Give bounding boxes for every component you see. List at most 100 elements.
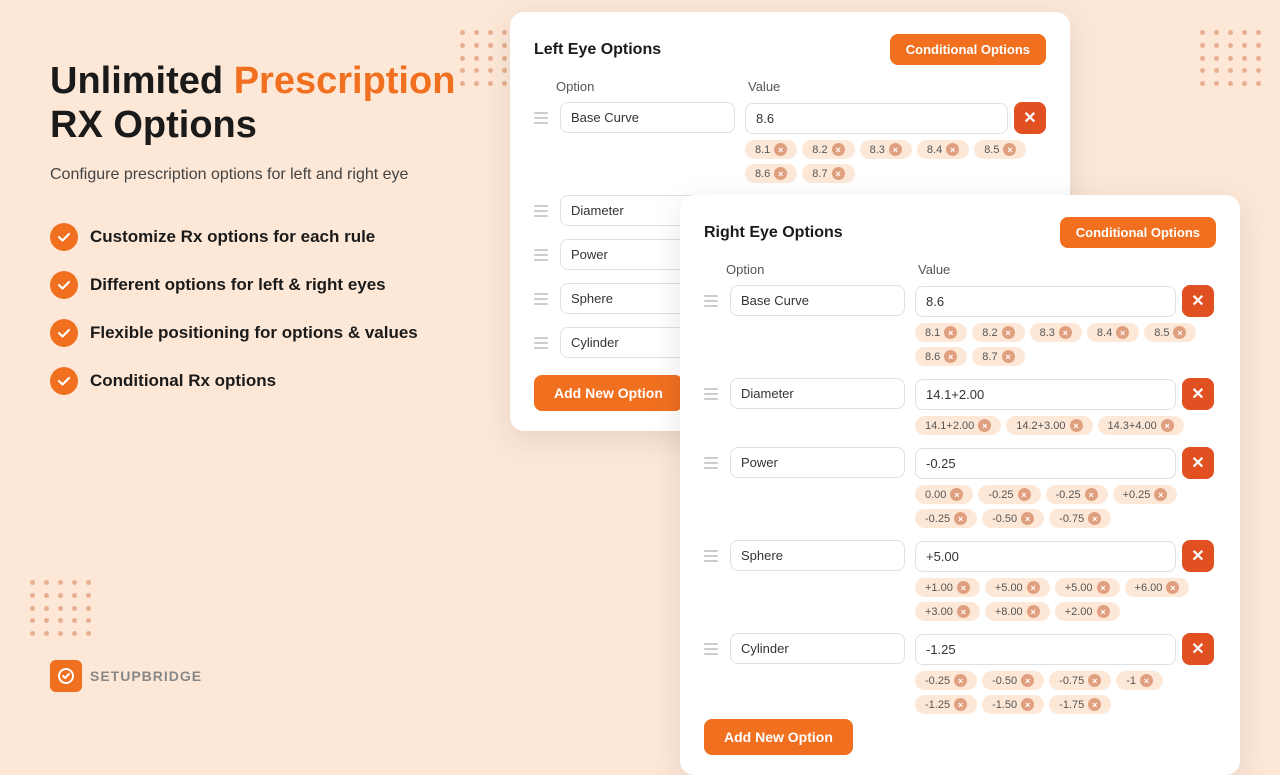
- tag-close[interactable]: ×: [774, 143, 787, 156]
- tag-close[interactable]: ×: [1003, 143, 1016, 156]
- tag: +0.25 ×: [1113, 485, 1178, 504]
- value-input[interactable]: [915, 541, 1176, 572]
- option-input[interactable]: [730, 447, 905, 478]
- tag: -0.75 ×: [1049, 509, 1111, 528]
- tag-label: 8.2: [982, 327, 997, 339]
- drag-handle[interactable]: [534, 337, 550, 349]
- tag-close[interactable]: ×: [1088, 512, 1101, 525]
- tag-close[interactable]: ×: [1021, 698, 1034, 711]
- tag-close[interactable]: ×: [1140, 674, 1153, 687]
- drag-handle[interactable]: [534, 293, 550, 305]
- tag-close[interactable]: ×: [832, 167, 845, 180]
- drag-handle[interactable]: [704, 295, 720, 307]
- option-input[interactable]: [730, 633, 905, 664]
- tag: -0.75 ×: [1049, 671, 1111, 690]
- value-input[interactable]: [915, 448, 1176, 479]
- option-input[interactable]: [730, 540, 905, 571]
- left-col-value-label: Value: [748, 79, 1046, 94]
- tag: 14.3+4.00 ×: [1098, 416, 1184, 435]
- tag-close[interactable]: ×: [1085, 488, 1098, 501]
- tag-close[interactable]: ×: [1088, 698, 1101, 711]
- tag-close[interactable]: ×: [954, 698, 967, 711]
- value-main-row: ✕: [915, 540, 1214, 572]
- tag-close[interactable]: ×: [1059, 326, 1072, 339]
- tag-close[interactable]: ×: [1088, 674, 1101, 687]
- tag-close[interactable]: ×: [1021, 674, 1034, 687]
- delete-btn[interactable]: ✕: [1182, 378, 1214, 410]
- drag-handle[interactable]: [704, 457, 720, 469]
- tag-label: 14.3+4.00: [1108, 420, 1157, 432]
- tag-close[interactable]: ×: [957, 581, 970, 594]
- tag-close[interactable]: ×: [946, 143, 959, 156]
- tag-close[interactable]: ×: [944, 350, 957, 363]
- tag-close[interactable]: ×: [1161, 419, 1174, 432]
- tag-close[interactable]: ×: [1070, 419, 1083, 432]
- tag-label: 8.6: [925, 351, 940, 363]
- value-main-row: ✕: [745, 102, 1046, 134]
- tag-close[interactable]: ×: [1002, 326, 1015, 339]
- tag-label: 14.2+3.00: [1016, 420, 1065, 432]
- tag-label: 0.00: [925, 489, 946, 501]
- tag-close[interactable]: ×: [1027, 581, 1040, 594]
- tag-close[interactable]: ×: [889, 143, 902, 156]
- option-input[interactable]: [730, 378, 905, 409]
- drag-handle[interactable]: [704, 550, 720, 562]
- tag-close[interactable]: ×: [1002, 350, 1015, 363]
- tag-close[interactable]: ×: [954, 512, 967, 525]
- tag-label: +1.00: [925, 582, 953, 594]
- tag-label: 8.5: [984, 144, 999, 156]
- tag-close[interactable]: ×: [1021, 512, 1034, 525]
- tag-close[interactable]: ×: [1154, 488, 1167, 501]
- value-input[interactable]: [745, 103, 1008, 134]
- right-add-btn[interactable]: Add New Option: [704, 719, 853, 755]
- tag-label: 8.6: [755, 168, 770, 180]
- value-input[interactable]: [915, 634, 1176, 665]
- tag-label: -0.25: [925, 675, 950, 687]
- tag-close[interactable]: ×: [1116, 326, 1129, 339]
- value-area: ✕ +1.00 × +5.00 × +5.00 × +6.00 ×: [915, 540, 1214, 621]
- drag-handle[interactable]: [534, 249, 550, 261]
- drag-handle[interactable]: [704, 388, 720, 400]
- tag-close[interactable]: ×: [944, 326, 957, 339]
- left-conditional-btn[interactable]: Conditional Options: [890, 34, 1046, 65]
- value-input[interactable]: [915, 379, 1176, 410]
- drag-handle[interactable]: [534, 112, 550, 124]
- tag-close[interactable]: ×: [1097, 605, 1110, 618]
- tag-close[interactable]: ×: [957, 605, 970, 618]
- delete-btn[interactable]: ✕: [1182, 285, 1214, 317]
- delete-btn[interactable]: ✕: [1182, 540, 1214, 572]
- drag-handle[interactable]: [704, 643, 720, 655]
- right-options-scroll[interactable]: ✕ 8.1 × 8.2 × 8.3 × 8.4 ×: [704, 285, 1216, 715]
- right-conditional-btn[interactable]: Conditional Options: [1060, 217, 1216, 248]
- tag: -1.25 ×: [915, 695, 977, 714]
- feature-item: Conditional Rx options: [50, 367, 460, 395]
- value-area: ✕ 8.1 × 8.2 × 8.3 × 8.4 ×: [915, 285, 1214, 366]
- tag: -1.75 ×: [1049, 695, 1111, 714]
- tag-close[interactable]: ×: [1018, 488, 1031, 501]
- tag-close[interactable]: ×: [1027, 605, 1040, 618]
- option-input[interactable]: [560, 102, 735, 133]
- delete-btn[interactable]: ✕: [1182, 447, 1214, 479]
- tag-close[interactable]: ×: [978, 419, 991, 432]
- tag-label: -0.25: [988, 489, 1013, 501]
- delete-btn[interactable]: ✕: [1182, 633, 1214, 665]
- delete-btn[interactable]: ✕: [1014, 102, 1046, 134]
- value-area: ✕ -0.25 × -0.50 × -0.75 × -1 ×: [915, 633, 1214, 714]
- tag: 0.00 ×: [915, 485, 973, 504]
- tag: +2.00 ×: [1055, 602, 1120, 621]
- tag-close[interactable]: ×: [1097, 581, 1110, 594]
- tag-close[interactable]: ×: [832, 143, 845, 156]
- left-add-btn[interactable]: Add New Option: [534, 375, 683, 411]
- drag-handle[interactable]: [534, 205, 550, 217]
- left-card-header: Left Eye Options Conditional Options: [534, 34, 1046, 65]
- left-col-option-label: Option: [556, 79, 736, 94]
- tag-close[interactable]: ×: [1173, 326, 1186, 339]
- tag-close[interactable]: ×: [950, 488, 963, 501]
- right-options-list: ✕ 8.1 × 8.2 × 8.3 × 8.4 ×: [704, 285, 1214, 714]
- tag-close[interactable]: ×: [1166, 581, 1179, 594]
- value-input[interactable]: [915, 286, 1176, 317]
- tag-close[interactable]: ×: [774, 167, 787, 180]
- hero-title-line2: RX Options: [50, 104, 257, 146]
- tag-close[interactable]: ×: [954, 674, 967, 687]
- option-input[interactable]: [730, 285, 905, 316]
